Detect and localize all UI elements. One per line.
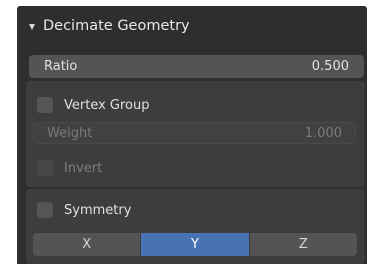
collapse-triangle-icon[interactable] [29,23,35,30]
axis-x-button[interactable]: X [33,233,140,256]
ratio-label: Ratio [44,59,78,74]
ratio-field[interactable]: Ratio 0.500 [29,55,364,78]
weight-field[interactable]: Weight 1.000 [33,122,356,144]
symmetry-axis-selector: X Y Z [33,233,357,256]
weight-label: Weight [47,125,93,141]
vertex-group-label: Vertex Group [64,97,150,113]
symmetry-checkbox[interactable] [37,202,53,218]
panel-title: Decimate Geometry [43,18,190,34]
axis-z-button[interactable]: Z [248,233,357,256]
weight-value: 1.000 [304,125,342,141]
symmetry-label: Symmetry [64,202,132,218]
ratio-value: 0.500 [311,59,349,74]
decimate-geometry-panel: Decimate Geometry Ratio 0.500 Vertex Gro… [17,6,367,264]
symmetry-toggle[interactable]: Symmetry [37,202,131,218]
axis-y-button[interactable]: Y [140,233,249,256]
invert-label: Invert [64,160,103,176]
panel-header[interactable]: Decimate Geometry [17,6,367,46]
vertex-group-toggle[interactable]: Vertex Group [37,97,150,113]
invert-toggle[interactable]: Invert [37,160,102,176]
symmetry-section: Symmetry X Y Z [26,189,365,264]
invert-checkbox[interactable] [37,160,53,176]
vertex-group-section: Vertex Group Weight 1.000 Invert [26,81,365,187]
vertex-group-checkbox[interactable] [37,97,53,113]
